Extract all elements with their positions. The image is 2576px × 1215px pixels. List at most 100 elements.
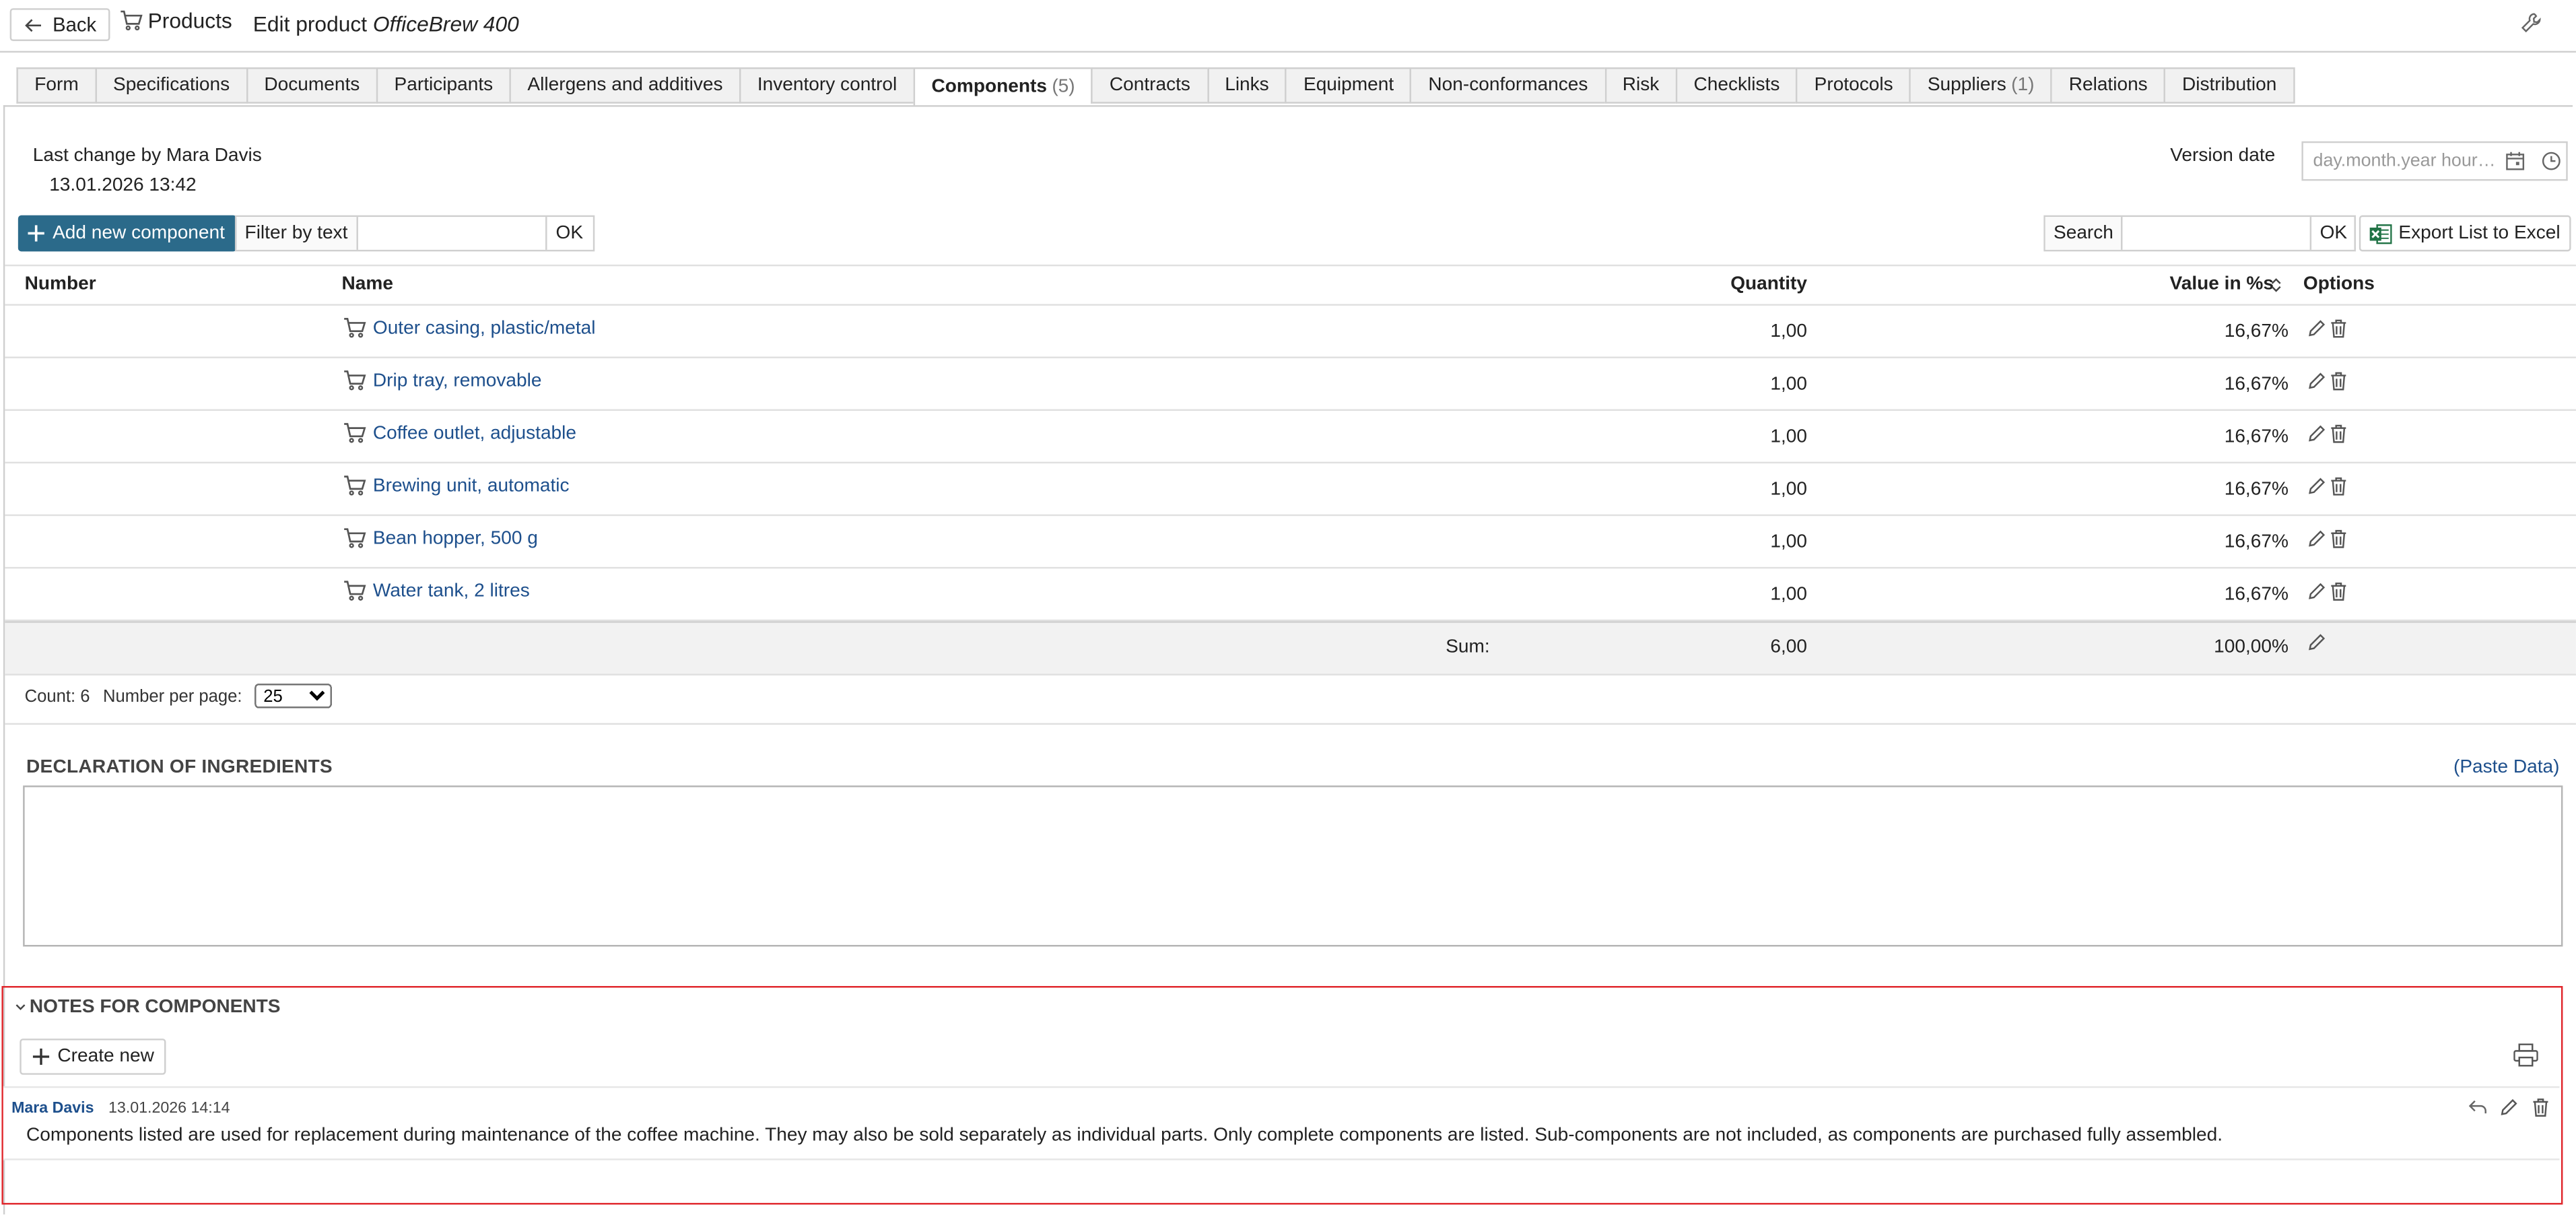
search-input[interactable] [2124,217,2313,250]
component-value: 16,67% [2224,532,2289,552]
tab-label: Protocols [1814,75,1893,96]
column-name[interactable]: Name [342,274,393,294]
trash-icon[interactable] [2532,1098,2550,1117]
tab-risk[interactable]: Risk [1604,67,1676,104]
per-page-select[interactable]: 25 [255,684,333,709]
component-name: Bean hopper, 500 g [372,528,538,548]
row-options [2308,371,2348,391]
pencil-icon[interactable] [2501,1098,2519,1117]
sort-icon[interactable] [2270,277,2282,292]
back-label: Back [53,13,97,36]
note-author[interactable]: Mara Davis [11,1099,94,1117]
declaration-textarea[interactable] [23,785,2563,947]
tab-suppliers[interactable]: Suppliers (1) [1909,67,2051,104]
trash-icon[interactable] [2330,424,2348,444]
tab-participants[interactable]: Participants [376,67,510,104]
row-options [2308,529,2348,549]
notes-title: NOTES FOR COMPONENTS [29,997,281,1018]
wrench-icon[interactable] [2520,11,2543,34]
tab-inventory-control[interactable]: Inventory control [739,67,914,104]
trash-icon[interactable] [2330,582,2348,601]
pencil-icon[interactable] [2308,632,2326,651]
trash-icon[interactable] [2330,529,2348,549]
column-number[interactable]: Number [25,274,96,294]
tab-label: Components [931,77,1048,97]
tab-label: Equipment [1303,75,1394,96]
tab-contracts[interactable]: Contracts [1091,67,1207,104]
cart-icon [343,422,366,444]
component-link[interactable]: Water tank, 2 litres [343,580,530,601]
paste-data-link[interactable]: (Paste Data) [2453,758,2560,777]
trash-icon[interactable] [2330,477,2348,496]
row-options [2308,477,2348,496]
filter-ok-button[interactable]: OK [547,217,592,250]
tab-components[interactable]: Components (5) [913,67,1092,107]
component-link[interactable]: Drip tray, removable [343,370,541,391]
tab-documents[interactable]: Documents [246,67,376,104]
component-name: Drip tray, removable [372,370,542,391]
clock-icon[interactable] [2542,151,2561,170]
tab-equipment[interactable]: Equipment [1285,67,1411,104]
component-quantity: 1,00 [1770,480,1807,500]
tab-count: (5) [1052,77,1075,97]
tab-distribution[interactable]: Distribution [2164,67,2295,104]
print-icon[interactable] [2513,1043,2538,1067]
sum-row: Sum: 6,00 100,00% [5,621,2576,676]
create-note-label: Create new [57,1047,154,1067]
create-note-button[interactable]: Create new [20,1039,166,1075]
tab-label: Form [34,75,79,96]
table-row: Drip tray, removable 1,00 16,67% [5,358,2576,411]
cart-icon [343,370,366,391]
tab-links[interactable]: Links [1207,67,1286,104]
reply-icon[interactable] [2468,1098,2487,1117]
tab-form[interactable]: Form [16,67,96,104]
tab-relations[interactable]: Relations [2050,67,2165,104]
pencil-icon[interactable] [2308,529,2326,549]
tab-label: Specifications [112,75,230,96]
column-value[interactable]: Value in %s [2170,274,2274,294]
pencil-icon[interactable] [2308,319,2326,338]
component-link[interactable]: Brewing unit, automatic [343,475,570,496]
export-excel-button[interactable]: Export List to Excel [2359,215,2572,252]
tab-protocols[interactable]: Protocols [1796,67,1910,104]
component-link[interactable]: Coffee outlet, adjustable [343,422,576,444]
pencil-icon[interactable] [2308,477,2326,496]
search-ok-button[interactable]: OK [2312,217,2354,250]
sum-value: 100,00% [2214,637,2289,657]
component-name: Outer casing, plastic/metal [372,318,596,338]
components-table: Number Name Quantity Value in %s Options… [5,264,2576,676]
back-button[interactable]: Back [9,8,110,41]
notes-toggle[interactable]: NOTES FOR COMPONENTS [15,997,281,1017]
trash-icon[interactable] [2330,319,2348,338]
filter-input[interactable] [358,217,547,250]
tab-bar: Form Specifications Documents Participants A… [16,67,2295,107]
note-date: 13.01.2026 14:14 [108,1099,230,1118]
component-value: 16,67% [2224,585,2289,605]
tab-allergens-and-additives[interactable]: Allergens and additives [509,67,739,104]
pencil-icon[interactable] [2308,371,2326,391]
version-date-input[interactable]: day.month.year hour:minute [2301,141,2568,181]
component-link[interactable]: Outer casing, plastic/metal [343,317,596,339]
tab-label: Suppliers [1927,75,2006,96]
tab-checklists[interactable]: Checklists [1675,67,1796,104]
component-value: 16,67% [2224,427,2289,447]
tab-specifications[interactable]: Specifications [95,67,246,104]
page-title-product: OfficeBrew 400 [372,11,519,36]
component-quantity: 1,00 [1770,585,1807,605]
breadcrumb-products[interactable]: Products [120,8,232,33]
column-quantity[interactable]: Quantity [1730,274,1807,294]
filter-label: Filter by text [236,217,358,250]
pager: Count: 6 Number per page: 25 [25,684,333,709]
component-link[interactable]: Bean hopper, 500 g [343,527,538,549]
divider [5,723,2576,725]
calendar-icon[interactable] [2505,151,2525,170]
cart-icon [343,527,366,549]
add-new-component-button[interactable]: Add new component [18,215,237,252]
plus-icon [32,1048,50,1065]
tab-non-conformances[interactable]: Non-conformances [1410,67,1604,104]
pencil-icon[interactable] [2308,582,2326,601]
tab-label: Allergens and additives [527,75,723,96]
trash-icon[interactable] [2330,371,2348,391]
plus-icon [28,225,44,242]
pencil-icon[interactable] [2308,424,2326,444]
